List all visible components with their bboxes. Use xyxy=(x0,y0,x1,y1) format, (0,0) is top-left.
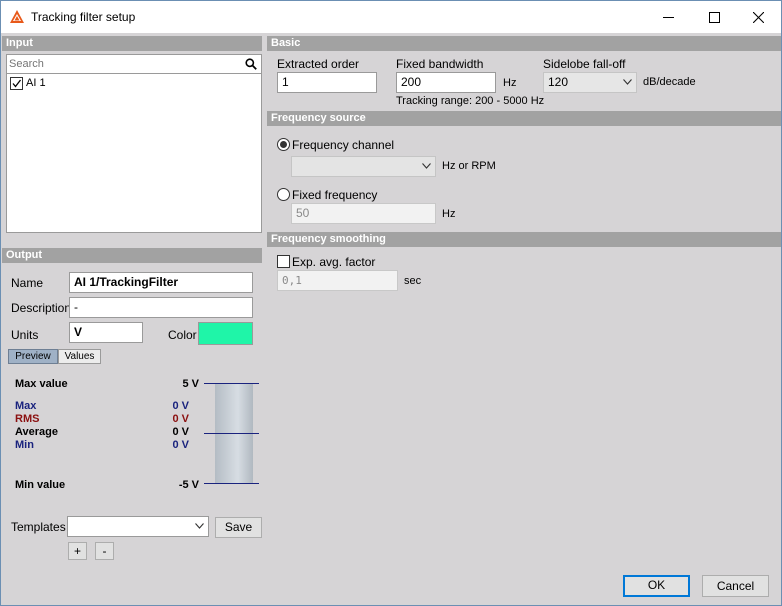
chevron-down-icon xyxy=(422,163,431,169)
units-label: Units xyxy=(11,328,39,342)
description-label: Description xyxy=(11,301,72,315)
window-title: Tracking filter setup xyxy=(31,10,136,24)
channel-label: AI 1 xyxy=(26,77,46,89)
average-value: 0 V xyxy=(172,426,189,438)
frequency-channel-select[interactable] xyxy=(291,156,436,177)
frequency-source-section-header: Frequency source xyxy=(267,111,781,126)
units-field[interactable]: V xyxy=(69,322,143,343)
sidelobe-label: Sidelobe fall-off xyxy=(543,57,626,71)
ok-button[interactable]: OK xyxy=(623,575,690,597)
tab-values[interactable]: Values xyxy=(58,349,101,364)
fixed-frequency-field[interactable]: 50 xyxy=(291,203,436,224)
sidelobe-select[interactable]: 120 xyxy=(543,72,637,93)
sidelobe-value: 120 xyxy=(548,75,569,89)
max-label: Max xyxy=(15,400,37,412)
dialog-window: Tracking filter setup Input AI 1 Output xyxy=(0,0,782,606)
save-template-button[interactable]: Save xyxy=(215,517,262,538)
fixed-bandwidth-field[interactable]: 200 xyxy=(396,72,496,93)
max-value-value: 5 V xyxy=(182,378,199,390)
cancel-button[interactable]: Cancel xyxy=(702,575,769,597)
rms-label: RMS xyxy=(15,413,40,425)
max-value: 0 V xyxy=(172,400,189,412)
exp-avg-unit: sec xyxy=(404,275,422,287)
min-value-value: -5 V xyxy=(178,479,199,491)
exp-avg-field[interactable]: 0,1 xyxy=(277,270,398,291)
exp-avg-checkbox[interactable] xyxy=(277,255,290,268)
templates-select[interactable] xyxy=(67,516,209,537)
name-field[interactable]: AI 1/TrackingFilter xyxy=(69,272,253,293)
output-section-header: Output xyxy=(2,248,262,263)
fixed-bandwidth-label: Fixed bandwidth xyxy=(396,57,484,71)
color-label: Color xyxy=(168,328,197,342)
minimize-icon xyxy=(662,16,674,18)
exp-avg-label: Exp. avg. factor xyxy=(292,255,376,269)
title-bar: Tracking filter setup xyxy=(1,1,781,33)
add-template-button[interactable]: + xyxy=(68,542,87,560)
max-value-label: Max value xyxy=(15,378,68,390)
search-box xyxy=(7,55,261,74)
description-field[interactable]: - xyxy=(69,297,253,318)
close-icon xyxy=(752,11,764,23)
average-label: Average xyxy=(15,426,59,438)
search-input[interactable] xyxy=(9,56,239,72)
min-label: Min xyxy=(15,439,34,451)
remove-template-button[interactable]: - xyxy=(95,542,114,560)
extracted-order-label: Extracted order xyxy=(277,57,360,71)
level-max-line xyxy=(204,383,259,384)
min-value-label: Min value xyxy=(15,479,66,491)
minimize-button[interactable] xyxy=(645,1,691,33)
chevron-down-icon xyxy=(195,523,204,529)
tab-preview[interactable]: Preview xyxy=(8,349,58,364)
frequency-channel-label: Frequency channel xyxy=(292,138,395,152)
name-label: Name xyxy=(11,276,44,290)
sidelobe-unit: dB/decade xyxy=(643,76,696,88)
search-icon[interactable] xyxy=(245,58,257,70)
templates-label: Templates xyxy=(11,520,66,534)
channel-list-item[interactable]: AI 1 xyxy=(9,76,129,92)
rms-value: 0 V xyxy=(172,413,189,425)
maximize-icon xyxy=(708,11,720,23)
app-logo-icon xyxy=(10,10,24,23)
min-value: 0 V xyxy=(172,439,189,451)
chevron-down-icon xyxy=(623,79,632,85)
channel-checkbox[interactable] xyxy=(10,77,23,90)
fixed-frequency-label: Fixed frequency xyxy=(292,188,378,202)
close-window-button[interactable] xyxy=(735,1,781,33)
input-channel-panel: AI 1 xyxy=(6,54,262,233)
radio-selected-dot xyxy=(280,141,287,148)
fixed-frequency-radio[interactable] xyxy=(277,188,290,201)
level-zero-line xyxy=(204,433,259,434)
color-swatch[interactable] xyxy=(198,322,253,345)
tracking-range-text: Tracking range: 200 - 5000 Hz xyxy=(396,95,545,107)
input-section-header: Input xyxy=(2,36,262,51)
frequency-channel-unit: Hz or RPM xyxy=(442,160,496,172)
fixed-frequency-unit: Hz xyxy=(442,208,456,220)
basic-section-header: Basic xyxy=(267,36,781,51)
maximize-button[interactable] xyxy=(691,1,737,33)
frequency-smoothing-section-header: Frequency smoothing xyxy=(267,232,781,247)
level-min-line xyxy=(204,483,259,484)
frequency-channel-radio[interactable] xyxy=(277,138,290,151)
checkmark-icon xyxy=(12,79,22,88)
extracted-order-field[interactable]: 1 xyxy=(277,72,377,93)
fixed-bandwidth-unit: Hz xyxy=(503,77,517,89)
